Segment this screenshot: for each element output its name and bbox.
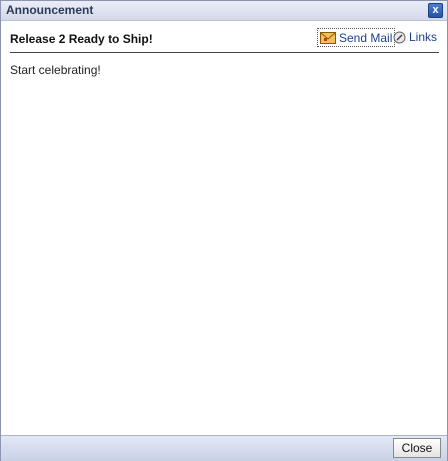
links-label: Links: [409, 30, 438, 44]
link-icon: [393, 31, 406, 44]
dialog-title-bar[interactable]: Announcement x: [1, 1, 447, 21]
announcement-heading: Release 2 Ready to Ship!: [10, 32, 153, 46]
send-mail-link[interactable]: Send Mail: [317, 28, 396, 47]
send-mail-label: Send Mail: [339, 30, 393, 45]
announcement-header: Release 2 Ready to Ship! Send Mail Links: [10, 28, 439, 53]
close-button[interactable]: Close: [393, 438, 441, 458]
announcement-body: Start celebrating!: [10, 63, 101, 77]
envelope-icon: [320, 31, 336, 44]
dialog-title: Announcement: [6, 3, 94, 17]
announcement-dialog: Announcement x Release 2 Ready to Ship! …: [0, 0, 448, 461]
links-link[interactable]: Links: [393, 30, 437, 44]
close-icon[interactable]: x: [428, 3, 443, 18]
dialog-footer: Close: [1, 435, 447, 461]
